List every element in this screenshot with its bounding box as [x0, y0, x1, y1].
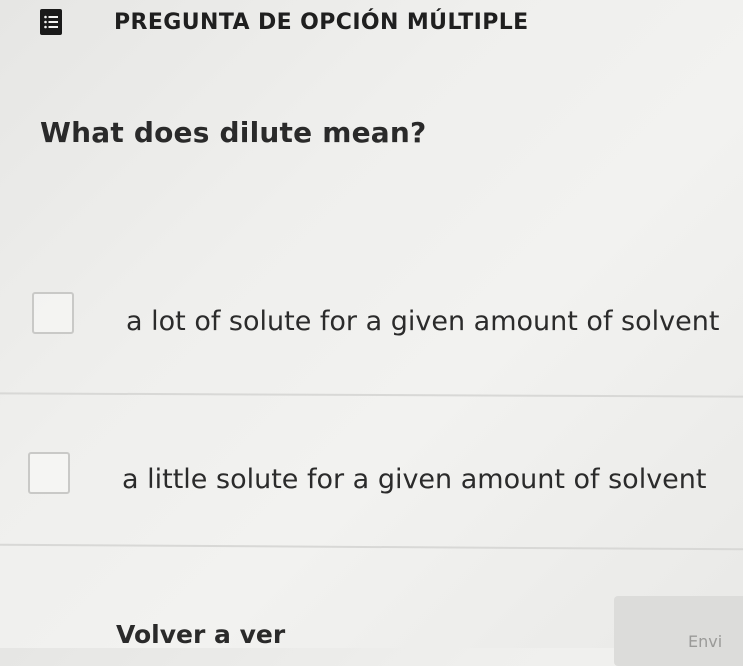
answer-option-2[interactable]: a little solute for a given amount of so… — [0, 444, 743, 506]
list-icon — [40, 9, 62, 35]
answer-option-label-2: a little solute for a given amount of so… — [122, 464, 707, 495]
option-divider — [0, 543, 743, 551]
submit-button-label: Envi — [688, 632, 723, 651]
answer-option-1[interactable]: a lot of solute for a given amount of so… — [0, 290, 743, 352]
review-later-button[interactable]: Volver a ver — [116, 620, 285, 649]
option-divider — [0, 392, 743, 398]
answer-option-label-1: a lot of solute for a given amount of so… — [126, 306, 720, 337]
question-type-header: PREGUNTA DE OPCIÓN MÚLTIPLE — [40, 8, 529, 36]
answer-checkbox-2[interactable] — [28, 452, 70, 494]
question-type-title: PREGUNTA DE OPCIÓN MÚLTIPLE — [114, 9, 529, 35]
answer-checkbox-1[interactable] — [32, 292, 74, 334]
submit-button[interactable]: Envi — [614, 596, 743, 666]
question-text: What does dilute mean? — [40, 116, 427, 149]
